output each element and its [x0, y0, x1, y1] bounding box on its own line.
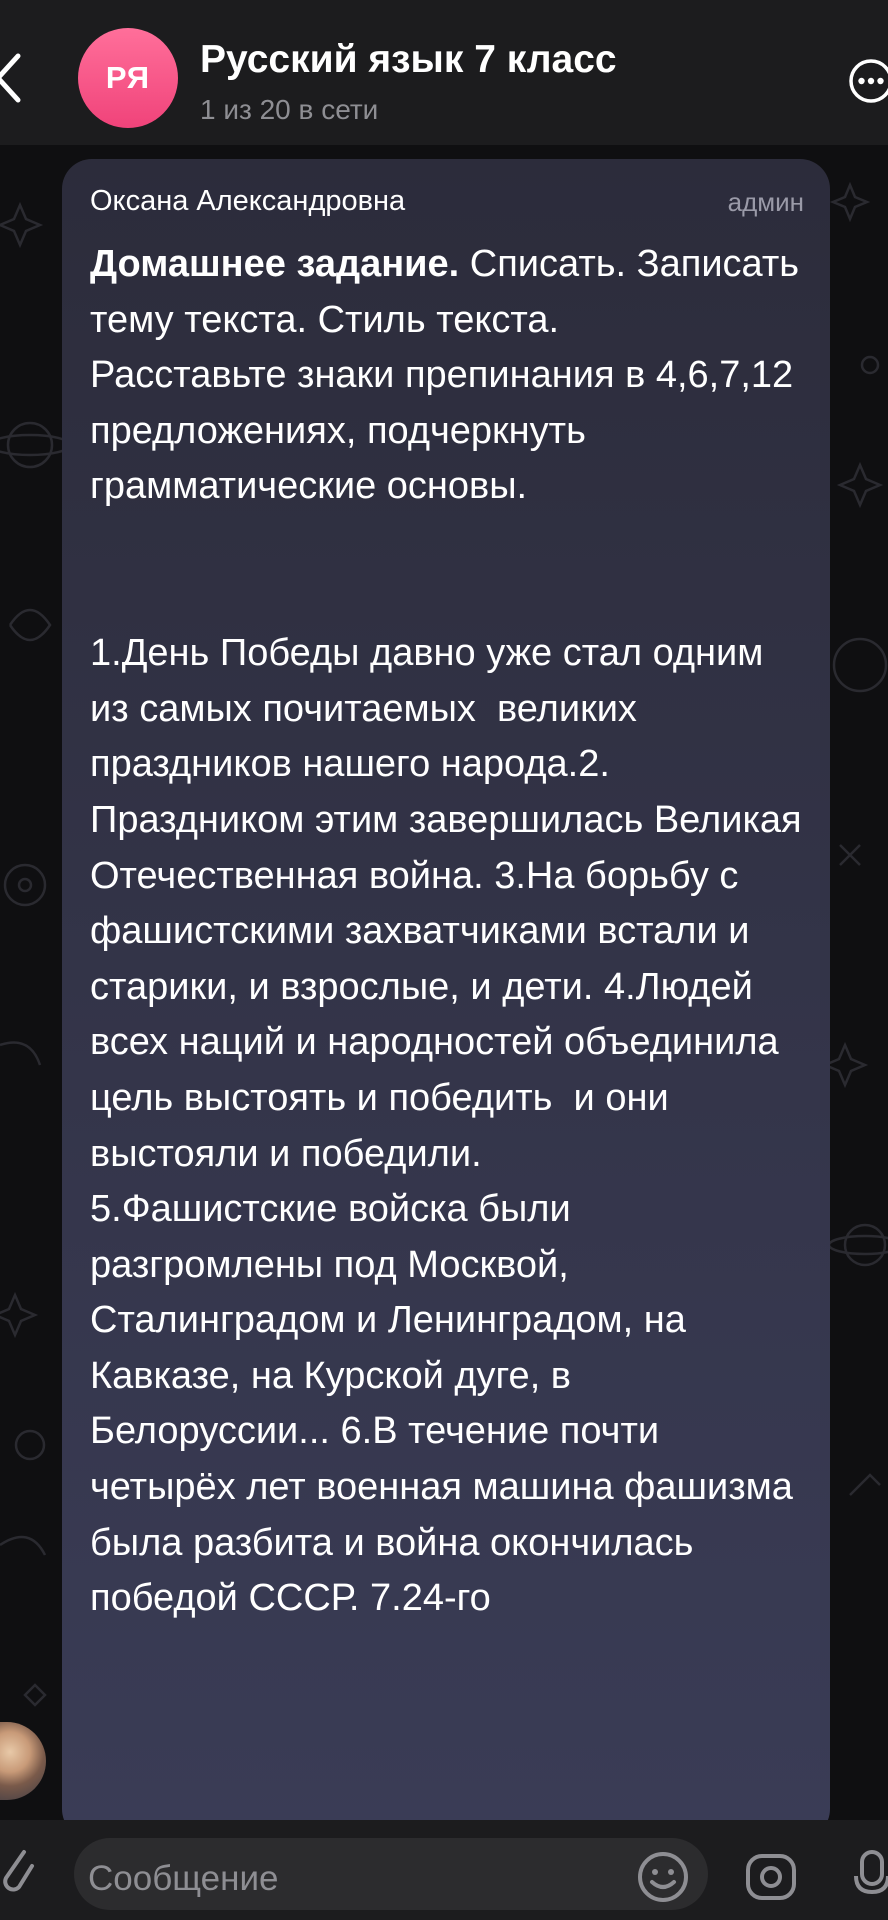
- message-body: Списать. Записать тему текста. Стиль тек…: [90, 243, 802, 1620]
- message-bubble[interactable]: Оксана Александровна админ Домашнее зада…: [62, 159, 830, 1820]
- message-text: Домашнее задание. Списать. Записать тему…: [90, 237, 802, 1627]
- online-status: 1 из 20 в сети: [200, 94, 379, 125]
- group-avatar[interactable]: РЯ: [78, 28, 178, 128]
- message-input-bar: Сообщение: [0, 1820, 888, 1920]
- chat-title[interactable]: Русский язык 7 класс: [200, 38, 617, 82]
- microphone-icon[interactable]: [852, 1848, 888, 1906]
- more-icon[interactable]: [848, 58, 888, 104]
- chat-area: Оксана Александровна админ Домашнее зада…: [0, 145, 888, 1820]
- message-heading: Домашнее задание.: [90, 243, 460, 285]
- message-input-placeholder: Сообщение: [88, 1859, 279, 1898]
- camera-icon[interactable]: [744, 1850, 798, 1904]
- paperclip-icon[interactable]: [0, 1842, 36, 1898]
- chat-header: РЯ Русский язык 7 класс 1 из 20 в сети: [0, 0, 888, 145]
- back-chevron-icon[interactable]: [0, 48, 24, 108]
- message-sender[interactable]: Оксана Александровна: [90, 185, 405, 218]
- emoji-icon[interactable]: [636, 1850, 690, 1904]
- sender-role-badge: админ: [727, 187, 804, 217]
